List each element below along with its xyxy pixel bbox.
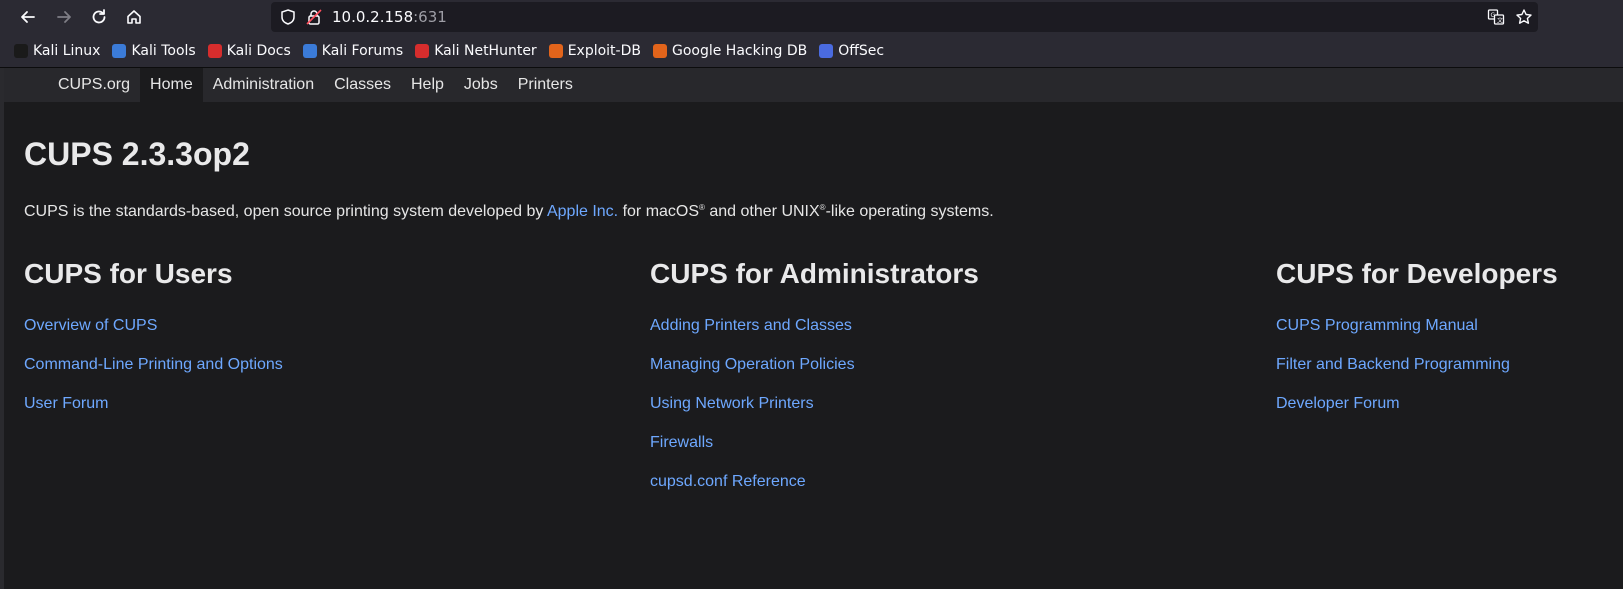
apple-inc-link[interactable]: Apple Inc. [547,203,618,220]
bookmark-favicon-icon [652,43,667,58]
list-item: cupsd.conf Reference [650,472,979,511]
bookmark-favicon-icon [207,43,222,58]
doc-link[interactable]: Filter and Backend Programming [1276,356,1510,373]
arrow-right-icon [57,11,71,23]
intro-text: and other UNIX [704,203,820,220]
bookmark-item[interactable]: Kali Docs [207,42,291,59]
developers-links: CUPS Programming Manual Filter and Backen… [1276,316,1558,433]
bookmark-label: Google Hacking DB [671,42,808,59]
doc-link[interactable]: Firewalls [650,434,713,451]
bookmark-item[interactable]: Kali Tools [112,42,196,59]
nav-classes[interactable]: Classes [324,68,401,102]
doc-link[interactable]: CUPS Programming Manual [1276,317,1478,334]
forward-button[interactable] [50,3,78,31]
bookmark-item[interactable]: Kali NetHunter [415,42,537,59]
nav-printers[interactable]: Printers [508,68,583,102]
bookmark-item[interactable]: Google Hacking DB [652,42,808,59]
bookmark-favicon-icon [302,43,317,58]
browser-toolbar: 10.0.2.158:631 G文 [0,0,1623,34]
nav-home[interactable]: Home [140,68,203,102]
developers-column: CUPS for Developers CUPS Programming Man… [1276,258,1558,433]
doc-link[interactable]: Developer Forum [1276,395,1400,412]
bookmark-label: Kali Forums [321,42,404,59]
svg-text:G: G [1491,12,1496,19]
nav-cups-org[interactable]: CUPS.org [48,68,140,102]
bookmark-label: Kali NetHunter [434,42,537,59]
intro-text: -like operating systems. [825,203,994,220]
bookmark-item[interactable]: Kali Linux [14,43,100,59]
bookmark-item[interactable]: OffSec [819,43,884,59]
list-item: Overview of CUPS [24,316,283,355]
bookmark-label: Exploit-DB [567,42,641,59]
administrators-column: CUPS for Administrators Adding Printers … [650,258,979,511]
users-column: CUPS for Users Overview of CUPS Command-L… [24,258,283,433]
doc-link[interactable]: Adding Printers and Classes [650,317,852,334]
list-item: User Forum [24,394,283,433]
list-item: Command-Line Printing and Options [24,355,283,394]
nav-administration[interactable]: Administration [203,68,324,102]
nav-jobs[interactable]: Jobs [454,68,508,102]
star-bookmark-icon[interactable] [1515,8,1533,26]
home-button[interactable] [120,3,148,31]
bookmark-label: Kali Docs [226,42,291,59]
nav-help[interactable]: Help [401,68,454,102]
bookmark-label: OffSec [838,42,885,59]
back-button[interactable] [14,3,42,31]
bookmark-item[interactable]: Kali Forums [302,42,404,59]
cups-page: CUPS.org Home Administration Classes Help Job… [0,68,1623,589]
bookmarks-bar: Kali Linux Kali Tools Kali Docs Kali Forums… [0,34,1623,68]
list-item: CUPS Programming Manual [1276,316,1558,355]
users-links: Overview of CUPS Command-Line Printing an… [24,316,283,433]
cups-top-nav: CUPS.org Home Administration Classes Help Job… [4,68,1623,102]
bookmark-favicon-icon [112,43,127,58]
reload-button[interactable] [85,3,113,31]
list-item: Developer Forum [1276,394,1558,433]
intro-text: for macOS [618,203,700,220]
bookmark-label: Kali Tools [131,42,196,59]
bookmark-favicon-icon [14,43,28,58]
home-icon [127,10,141,24]
bookmark-label: Kali Linux [33,42,101,59]
doc-link[interactable]: Using Network Printers [650,395,814,412]
list-item: Using Network Printers [650,394,979,433]
developers-heading: CUPS for Developers [1276,258,1558,289]
address-bar[interactable]: 10.0.2.158:631 G文 [271,2,1538,32]
insecure-lock-icon[interactable] [305,8,323,26]
users-heading: CUPS for Users [24,258,233,289]
bookmark-favicon-icon [819,43,834,58]
list-item: Adding Printers and Classes [650,316,979,355]
bookmark-item[interactable]: Exploit-DB [548,42,641,59]
list-item: Managing Operation Policies [650,355,979,394]
reload-icon [92,9,106,24]
intro-text: CUPS is the standards-based, open source… [24,203,547,220]
shield-icon[interactable] [279,8,297,26]
doc-link[interactable]: cupsd.conf Reference [650,473,806,490]
intro-paragraph: CUPS is the standards-based, open source… [24,203,994,221]
url-text[interactable]: 10.0.2.158:631 [332,8,447,26]
doc-link[interactable]: User Forum [24,395,108,412]
doc-link[interactable]: Managing Operation Policies [650,356,855,373]
list-item: Filter and Backend Programming [1276,355,1558,394]
list-item: Firewalls [650,433,979,472]
administrators-links: Adding Printers and Classes Managing Oper… [650,316,979,511]
doc-link[interactable]: Overview of CUPS [24,317,157,334]
arrow-left-icon [21,11,35,23]
administrators-heading: CUPS for Administrators [650,258,979,289]
svg-text:文: 文 [1497,17,1503,25]
page-title: CUPS 2.3.3op2 [24,136,250,172]
bookmark-favicon-icon [415,43,430,58]
translate-icon[interactable]: G文 [1487,8,1505,26]
bookmark-favicon-icon [548,43,563,58]
doc-link[interactable]: Command-Line Printing and Options [24,356,283,373]
